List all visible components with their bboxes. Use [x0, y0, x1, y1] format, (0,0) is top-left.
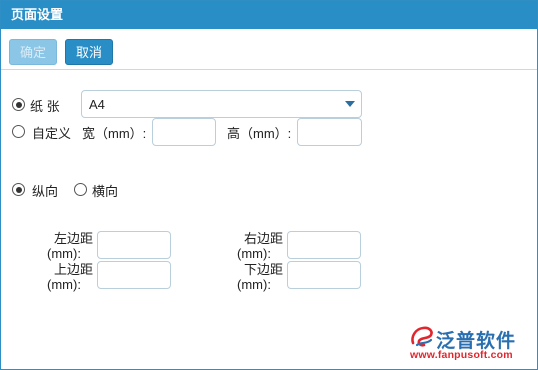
right-margin-label-line1: 右边距: [243, 231, 283, 246]
paper-label: 纸 张: [30, 99, 60, 114]
left-margin-input[interactable]: [97, 231, 171, 259]
height-label: 高（mm）:: [227, 126, 292, 141]
left-margin-label-line2: (mm):: [47, 246, 81, 261]
radio-portrait[interactable]: [12, 183, 25, 196]
top-margin-label: 上边距 (mm):: [41, 262, 93, 292]
width-label: 宽（mm）:: [82, 126, 147, 141]
left-margin-label-line1: 左边距: [53, 231, 93, 246]
width-input[interactable]: [152, 118, 216, 146]
right-margin-label-line2: (mm):: [237, 246, 271, 261]
toolbar: 确定 取消: [1, 31, 537, 70]
landscape-label: 横向: [92, 184, 119, 199]
fanpusoft-logo-icon: [411, 326, 433, 347]
paper-size-select[interactable]: A4: [81, 90, 362, 118]
top-margin-input[interactable]: [97, 261, 171, 289]
radio-paper[interactable]: [12, 98, 25, 111]
fanpusoft-watermark: 泛普软件 www.fanpusoft.com: [409, 325, 535, 365]
height-input[interactable]: [297, 118, 362, 146]
portrait-label: 纵向: [32, 184, 59, 199]
dialog-title: 页面设置: [1, 1, 537, 29]
custom-label: 自定义: [32, 126, 72, 141]
bottom-margin-label: 下边距 (mm):: [231, 262, 283, 292]
top-margin-label-line1: 上边距: [53, 262, 93, 277]
bottom-margin-label-line1: 下边距: [243, 262, 283, 277]
cancel-button[interactable]: 取消: [65, 39, 113, 65]
ok-button[interactable]: 确定: [9, 39, 57, 65]
bottom-margin-label-line2: (mm):: [237, 277, 271, 292]
left-margin-label: 左边距 (mm):: [41, 231, 93, 261]
top-margin-label-line2: (mm):: [47, 277, 81, 292]
radio-custom[interactable]: [12, 125, 25, 138]
paper-size-value: A4: [89, 97, 105, 112]
page-setup-dialog: 页面设置 确定 取消 纸 张 A4 自定义 宽（mm）: 高（mm）: 纵向 横…: [0, 0, 538, 370]
bottom-margin-input[interactable]: [287, 261, 361, 289]
right-margin-input[interactable]: [287, 231, 361, 259]
radio-landscape[interactable]: [74, 183, 87, 196]
chevron-down-icon: [345, 101, 355, 107]
right-margin-label: 右边距 (mm):: [231, 231, 283, 261]
watermark-url: www.fanpusoft.com: [410, 349, 513, 361]
